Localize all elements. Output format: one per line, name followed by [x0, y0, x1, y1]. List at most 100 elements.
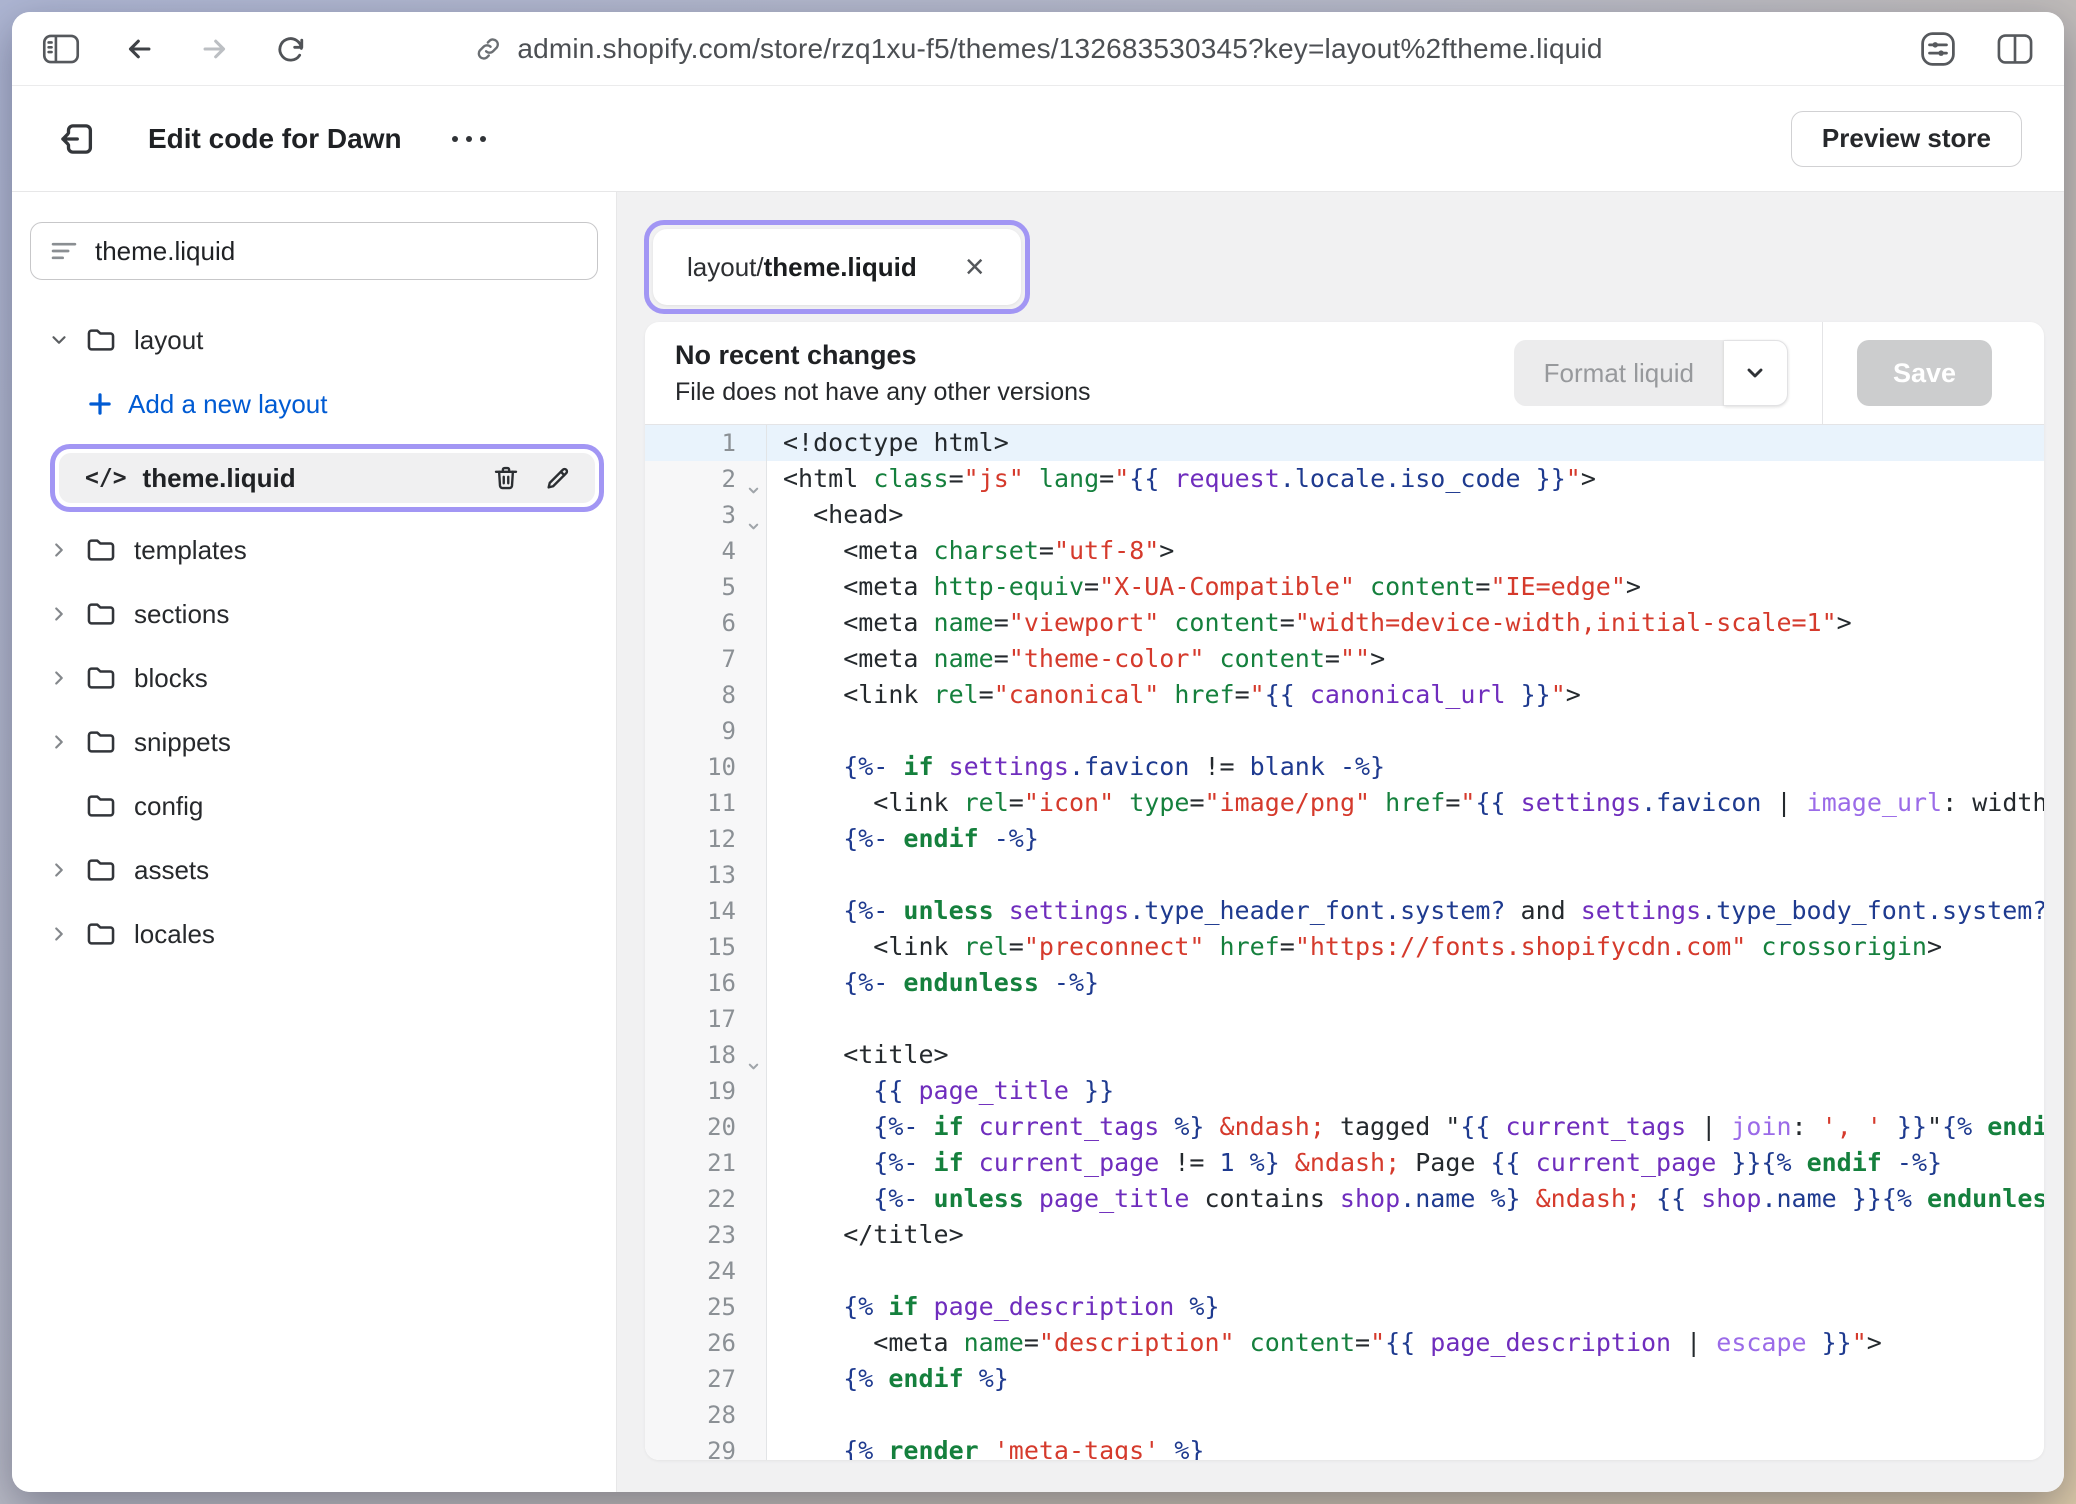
code-line-29[interactable]: 29 {% render 'meta-tags' %}: [645, 1433, 2044, 1460]
more-actions-icon[interactable]: [444, 129, 494, 149]
code-text: {%- unless settings.type_header_font.sys…: [767, 893, 2044, 929]
code-line-7[interactable]: 7 <meta name="theme-color" content="">: [645, 641, 2044, 677]
code-text: <link rel="icon" type="image/png" href="…: [767, 785, 2044, 821]
code-text: {%- if current_page != 1 %} &ndash; Page…: [767, 1145, 1942, 1181]
code-text: <meta name="viewport" content="width=dev…: [767, 605, 1852, 641]
code-line-25[interactable]: 25 {% if page_description %}: [645, 1289, 2044, 1325]
line-number: 6: [645, 605, 767, 641]
code-line-22[interactable]: 22 {%- unless page_title contains shop.n…: [645, 1181, 2044, 1217]
code-line-5[interactable]: 5 <meta http-equiv="X-UA-Compatible" con…: [645, 569, 2044, 605]
line-number: 10: [645, 749, 767, 785]
line-number: 22: [645, 1181, 767, 1217]
chevron-right-icon[interactable]: [48, 603, 70, 625]
format-liquid-button[interactable]: Format liquid: [1514, 340, 1724, 406]
page-settings-icon[interactable]: [1914, 25, 1962, 73]
tree-item-locales[interactable]: locales: [12, 910, 616, 958]
line-number: 11: [645, 785, 767, 821]
code-line-27[interactable]: 27 {% endif %}: [645, 1361, 2044, 1397]
forward-icon[interactable]: [194, 28, 236, 70]
url-text: admin.shopify.com/store/rzq1xu-f5/themes…: [517, 33, 1602, 65]
line-number: 27: [645, 1361, 767, 1397]
code-line-16[interactable]: 16 {%- endunless -%}: [645, 965, 2044, 1001]
preview-store-button[interactable]: Preview store: [1791, 111, 2022, 167]
address-bar[interactable]: admin.shopify.com/store/rzq1xu-f5/themes…: [473, 33, 1602, 65]
split-view-icon[interactable]: [1992, 28, 2038, 70]
code-line-9[interactable]: 9: [645, 713, 2044, 749]
back-icon[interactable]: [118, 28, 160, 70]
tree-item-sections[interactable]: sections: [12, 590, 616, 638]
chevron-right-icon[interactable]: [48, 731, 70, 753]
code-text: <html class="js" lang="{{ request.locale…: [767, 461, 1596, 497]
exit-editor-icon[interactable]: [54, 114, 104, 164]
code-line-2[interactable]: 2<html class="js" lang="{{ request.local…: [645, 461, 2044, 497]
folder-icon: [84, 789, 118, 823]
chevron-right-icon[interactable]: [48, 539, 70, 561]
tree-item-layout[interactable]: layout: [12, 316, 616, 364]
code-text: <meta http-equiv="X-UA-Compatible" conte…: [767, 569, 1641, 605]
format-dropdown-icon[interactable]: [1724, 340, 1788, 406]
app-header: Edit code for Dawn Preview store: [12, 86, 2064, 192]
line-number: 18: [645, 1037, 767, 1073]
delete-file-icon[interactable]: [489, 461, 523, 495]
line-number: 23: [645, 1217, 767, 1253]
line-number: 26: [645, 1325, 767, 1361]
code-line-19[interactable]: 19 {{ page_title }}: [645, 1073, 2044, 1109]
code-text: {%- unless page_title contains shop.name…: [767, 1181, 2044, 1217]
code-line-1[interactable]: 1<!doctype html>: [645, 425, 2044, 461]
code-line-21[interactable]: 21 {%- if current_page != 1 %} &ndash; P…: [645, 1145, 2044, 1181]
code-editor[interactable]: 1<!doctype html>2<html class="js" lang="…: [645, 425, 2044, 1460]
code-line-26[interactable]: 26 <meta name="description" content="{{ …: [645, 1325, 2044, 1361]
code-line-4[interactable]: 4 <meta charset="utf-8">: [645, 533, 2044, 569]
code-line-20[interactable]: 20 {%- if current_tags %} &ndash; tagged…: [645, 1109, 2044, 1145]
plus-icon: [86, 390, 114, 418]
editor-toolbar: No recent changes File does not have any…: [645, 322, 2044, 425]
code-line-8[interactable]: 8 <link rel="canonical" href="{{ canonic…: [645, 677, 2044, 713]
code-line-18[interactable]: 18 <title>: [645, 1037, 2044, 1073]
tree-item-blocks[interactable]: blocks: [12, 654, 616, 702]
code-line-24[interactable]: 24: [645, 1253, 2044, 1289]
browser-window: admin.shopify.com/store/rzq1xu-f5/themes…: [12, 12, 2064, 1492]
chevron-down-icon[interactable]: [48, 329, 70, 351]
code-line-28[interactable]: 28: [645, 1397, 2044, 1433]
link-icon: [473, 34, 503, 64]
rename-file-icon[interactable]: [541, 461, 575, 495]
code-line-3[interactable]: 3 <head>: [645, 497, 2044, 533]
code-line-10[interactable]: 10 {%- if settings.favicon != blank -%}: [645, 749, 2044, 785]
reload-icon[interactable]: [270, 28, 312, 70]
code-line-11[interactable]: 11 <link rel="icon" type="image/png" hre…: [645, 785, 2044, 821]
line-number: 16: [645, 965, 767, 1001]
tab-close-icon[interactable]: ×: [963, 250, 987, 284]
line-number: 19: [645, 1073, 767, 1109]
desktop-background: admin.shopify.com/store/rzq1xu-f5/themes…: [0, 0, 2076, 1504]
tree-item-templates[interactable]: templates: [12, 526, 616, 574]
code-text: {%- endunless -%}: [767, 965, 1099, 1001]
folder-icon: [84, 917, 118, 951]
code-text: <title>: [767, 1037, 949, 1073]
tree-item-label: theme.liquid: [143, 463, 477, 494]
chevron-right-icon[interactable]: [48, 667, 70, 689]
chevron-right-icon[interactable]: [48, 859, 70, 881]
tree-item-snippets[interactable]: snippets: [12, 718, 616, 766]
code-text: <link rel="preconnect" href="https://fon…: [767, 929, 1942, 965]
tree-item-theme.liquid[interactable]: </>theme.liquid: [59, 453, 595, 503]
folder-icon: [84, 853, 118, 887]
code-line-12[interactable]: 12 {%- endif -%}: [645, 821, 2044, 857]
save-button[interactable]: Save: [1857, 340, 1992, 406]
file-search: [30, 222, 598, 280]
sidebar-toggle-icon[interactable]: [38, 29, 84, 69]
code-line-14[interactable]: 14 {%- unless settings.type_header_font.…: [645, 893, 2044, 929]
code-line-13[interactable]: 13: [645, 857, 2044, 893]
tree-item-assets[interactable]: assets: [12, 846, 616, 894]
tab-theme-liquid[interactable]: layout/theme.liquid ×: [653, 229, 1021, 305]
folder-icon: [84, 725, 118, 759]
file-search-input[interactable]: [95, 236, 579, 267]
code-line-23[interactable]: 23 </title>: [645, 1217, 2044, 1253]
editor-pane: layout/theme.liquid × No recent changes …: [617, 192, 2064, 1492]
tree-item-config[interactable]: config: [12, 782, 616, 830]
code-line-17[interactable]: 17: [645, 1001, 2044, 1037]
code-line-15[interactable]: 15 <link rel="preconnect" href="https://…: [645, 929, 2044, 965]
add-new-layout-button[interactable]: Add a new layout: [12, 380, 616, 428]
code-line-6[interactable]: 6 <meta name="viewport" content="width=d…: [645, 605, 2044, 641]
line-number: 14: [645, 893, 767, 929]
chevron-right-icon[interactable]: [48, 923, 70, 945]
